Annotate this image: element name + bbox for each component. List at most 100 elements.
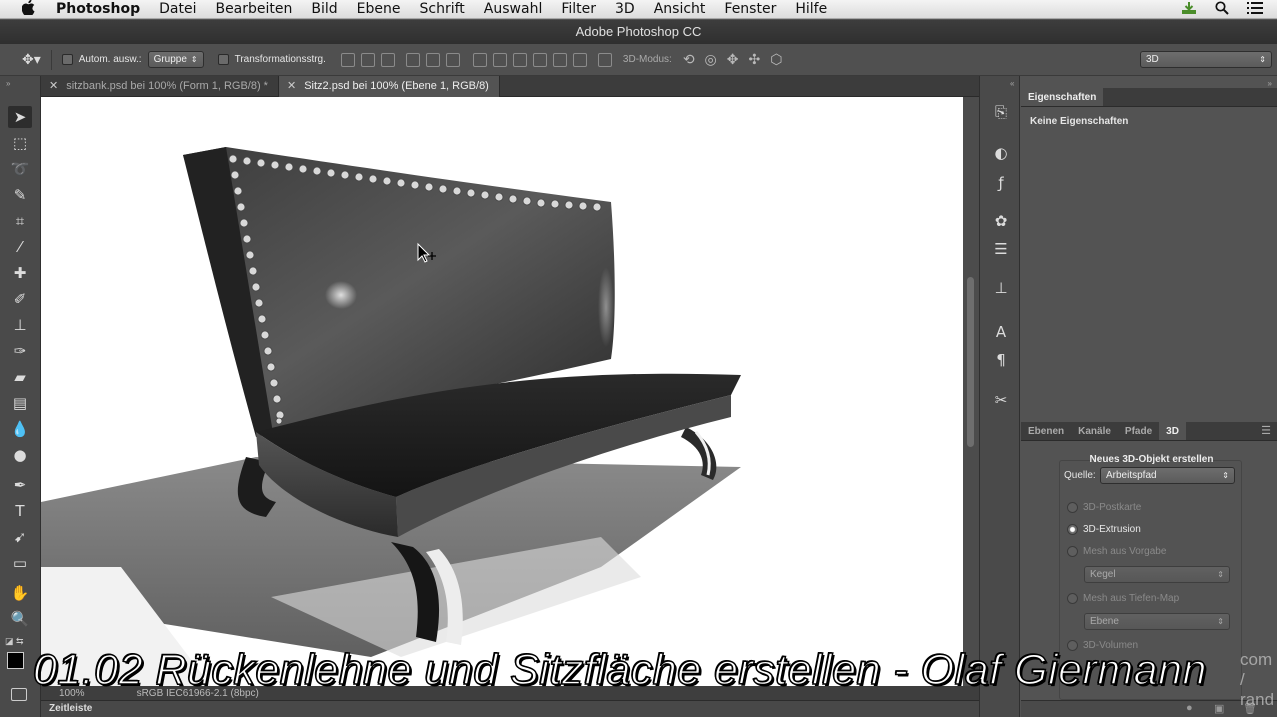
radio-button[interactable] bbox=[1067, 546, 1078, 557]
eraser-tool-icon[interactable]: ▰ bbox=[8, 366, 32, 388]
notification-list-icon[interactable] bbox=[1247, 1, 1263, 18]
radio-button[interactable] bbox=[1067, 593, 1078, 604]
3d-slide-icon[interactable]: ✣ bbox=[749, 51, 761, 68]
distribute-left-icon[interactable] bbox=[532, 52, 547, 67]
history-panel-icon[interactable]: ⎘ bbox=[991, 102, 1011, 122]
tab-3d[interactable]: 3D bbox=[1159, 422, 1186, 440]
download-icon[interactable] bbox=[1181, 1, 1197, 19]
3d-scale-icon[interactable]: ⬡ bbox=[770, 51, 782, 68]
close-icon[interactable]: ✕ bbox=[287, 80, 296, 92]
quick-mask-icon[interactable] bbox=[11, 688, 27, 701]
auto-align-icon[interactable] bbox=[597, 52, 612, 67]
tab-eigenschaften[interactable]: Eigenschaften bbox=[1021, 88, 1104, 106]
transform-controls-checkbox[interactable] bbox=[217, 54, 229, 65]
option-3d-postcard[interactable]: 3D-Postkarte bbox=[1067, 502, 1141, 513]
gradient-tool-icon[interactable]: ▤ bbox=[8, 392, 32, 414]
shape-tool-icon[interactable]: ▭ bbox=[8, 552, 32, 574]
distribute-top-icon[interactable] bbox=[472, 52, 487, 67]
mesh-preset-dropdown[interactable]: Kegel ⇕ bbox=[1084, 566, 1230, 583]
clone-stamp-tool-icon[interactable]: ⊥ bbox=[8, 314, 32, 336]
menu-3d[interactable]: 3D bbox=[615, 1, 635, 17]
zoom-tool-icon[interactable]: 🔍 bbox=[8, 608, 32, 630]
timeline-panel-header[interactable]: Zeitleiste bbox=[41, 700, 979, 717]
option-depth-map[interactable]: Mesh aus Tiefen-Map bbox=[1067, 593, 1179, 604]
tab-sitzbank[interactable]: ✕ sitzbank.psd bei 100% (Form 1, RGB/8) * bbox=[41, 76, 279, 97]
brush-tool-icon[interactable]: ✐ bbox=[8, 288, 32, 310]
align-top-icon[interactable] bbox=[340, 52, 355, 67]
distribute-bottom-icon[interactable] bbox=[512, 52, 527, 67]
brushes-panel-icon[interactable]: ✿ bbox=[991, 211, 1011, 231]
align-left-icon[interactable] bbox=[405, 52, 420, 67]
tab-kanaele[interactable]: Kanäle bbox=[1071, 422, 1118, 440]
move-tool-preset-icon[interactable]: ✥▾ bbox=[22, 52, 41, 68]
quick-selection-tool-icon[interactable]: ✎ bbox=[8, 184, 32, 206]
dodge-tool-icon[interactable]: ● bbox=[8, 444, 32, 466]
light-bulb-icon[interactable]: ● bbox=[1186, 702, 1193, 714]
history-brush-tool-icon[interactable]: ✑ bbox=[8, 340, 32, 362]
menu-bild[interactable]: Bild bbox=[311, 1, 337, 17]
close-icon[interactable]: ✕ bbox=[49, 80, 58, 92]
auto-select-checkbox[interactable] bbox=[61, 54, 73, 65]
crop-tool-icon[interactable]: ⌗ bbox=[8, 210, 32, 232]
source-dropdown[interactable]: Arbeitspfad ⇕ bbox=[1100, 467, 1235, 484]
option-mesh-preset[interactable]: Mesh aus Vorgabe bbox=[1067, 546, 1166, 557]
character-panel-icon[interactable]: A bbox=[991, 322, 1011, 342]
blur-tool-icon[interactable]: 💧 bbox=[8, 418, 32, 440]
option-3d-extrusion[interactable]: 3D-Extrusion bbox=[1067, 524, 1141, 535]
brush-presets-panel-icon[interactable]: ☰ bbox=[991, 239, 1011, 259]
tab-ebenen[interactable]: Ebenen bbox=[1021, 422, 1071, 440]
lasso-tool-icon[interactable]: ➰ bbox=[8, 158, 32, 180]
distribute-right-icon[interactable] bbox=[572, 52, 587, 67]
panel-collapse-icon[interactable]: » bbox=[6, 79, 10, 88]
align-bottom-icon[interactable] bbox=[380, 52, 395, 67]
3d-roll-icon[interactable]: ◎ bbox=[705, 51, 717, 68]
panel-collapse-icon[interactable]: « bbox=[1010, 79, 1014, 88]
tab-pfade[interactable]: Pfade bbox=[1118, 422, 1159, 440]
document-canvas[interactable] bbox=[41, 97, 963, 686]
menu-schrift[interactable]: Schrift bbox=[420, 1, 465, 17]
canvas-vertical-scrollbar[interactable] bbox=[963, 97, 979, 686]
menu-ansicht[interactable]: Ansicht bbox=[654, 1, 706, 17]
menu-fenster[interactable]: Fenster bbox=[724, 1, 776, 17]
panel-menu-icon[interactable]: ☰ bbox=[1261, 422, 1277, 440]
search-icon[interactable] bbox=[1215, 0, 1229, 19]
radio-button[interactable] bbox=[1067, 524, 1078, 535]
radio-button[interactable] bbox=[1067, 502, 1078, 513]
tab-sitz2[interactable]: ✕ Sitz2.psd bei 100% (Ebene 1, RGB/8) bbox=[278, 76, 500, 97]
3d-rotate-icon[interactable]: ⟲ bbox=[683, 51, 695, 68]
align-vcenter-icon[interactable] bbox=[360, 52, 375, 67]
healing-brush-tool-icon[interactable]: ✚ bbox=[8, 262, 32, 284]
tool-presets-panel-icon[interactable]: ✂ bbox=[991, 390, 1011, 410]
menu-filter[interactable]: Filter bbox=[561, 1, 596, 17]
workspace-dropdown[interactable]: 3D ⇕ bbox=[1140, 51, 1272, 68]
menu-hilfe[interactable]: Hilfe bbox=[795, 1, 827, 17]
align-hcenter-icon[interactable] bbox=[425, 52, 440, 67]
pen-tool-icon[interactable]: ✒ bbox=[8, 474, 32, 496]
distribute-vcenter-icon[interactable] bbox=[492, 52, 507, 67]
foreground-color-swatch[interactable] bbox=[7, 652, 24, 669]
distribute-hcenter-icon[interactable] bbox=[552, 52, 567, 67]
type-tool-icon[interactable]: T bbox=[8, 500, 32, 522]
apple-menu-icon[interactable] bbox=[21, 0, 42, 19]
menu-datei[interactable]: Datei bbox=[159, 1, 196, 17]
paragraph-panel-icon[interactable]: ¶ bbox=[991, 350, 1011, 370]
depth-map-dropdown[interactable]: Ebene ⇕ bbox=[1084, 613, 1230, 630]
clone-source-panel-icon[interactable]: ⊥ bbox=[991, 278, 1011, 298]
marquee-tool-icon[interactable]: ⬚ bbox=[8, 132, 32, 154]
scrollbar-thumb[interactable] bbox=[967, 277, 974, 447]
eyedropper-tool-icon[interactable]: ⁄ bbox=[8, 236, 32, 258]
path-selection-tool-icon[interactable]: ➹ bbox=[8, 526, 32, 548]
hand-tool-icon[interactable]: ✋ bbox=[8, 582, 32, 604]
default-colors-icon[interactable]: ◪ ⇆ bbox=[5, 636, 24, 647]
panel-menu-icon[interactable]: » bbox=[1268, 79, 1272, 88]
auto-select-dropdown[interactable]: Gruppe ⇕ bbox=[147, 51, 204, 68]
align-right-icon[interactable] bbox=[445, 52, 460, 67]
styles-panel-icon[interactable]: ƒ bbox=[991, 173, 1011, 193]
move-tool-icon[interactable]: ➤ bbox=[8, 106, 32, 128]
menu-photoshop[interactable]: Photoshop bbox=[56, 1, 140, 17]
menu-auswahl[interactable]: Auswahl bbox=[484, 1, 543, 17]
menu-bearbeiten[interactable]: Bearbeiten bbox=[215, 1, 292, 17]
new-item-icon[interactable]: ▣ bbox=[1214, 702, 1224, 715]
adjustments-panel-icon[interactable]: ◐ bbox=[991, 143, 1011, 163]
3d-pan-icon[interactable]: ✥ bbox=[727, 51, 739, 68]
